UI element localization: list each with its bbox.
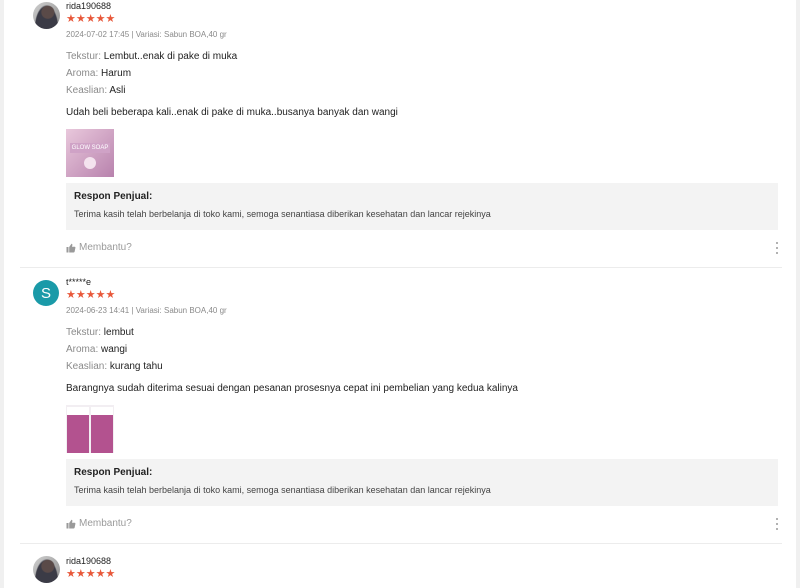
- seller-response-text: Terima kasih telah berbelanja di toko ka…: [74, 485, 491, 495]
- divider: [20, 267, 782, 268]
- divider: [20, 543, 782, 544]
- product-label: GLOW SOAP: [70, 143, 110, 153]
- rating-stars: ★★★★★: [66, 13, 116, 25]
- reviewer-name: rida190688: [66, 1, 112, 11]
- helpful-label: Membantu?: [79, 242, 132, 253]
- attr-aroma: Aroma: Harum: [66, 68, 131, 79]
- reviewer-name: rida190688: [66, 556, 112, 566]
- attr-key: Keaslian:: [66, 85, 108, 96]
- thumbs-up-icon: [66, 519, 76, 528]
- attr-value: kurang tahu: [109, 361, 163, 372]
- review-text: Udah beli beberapa kali..enak di pake di…: [66, 107, 398, 118]
- attr-aroma: Aroma: wangi: [66, 344, 127, 355]
- attr-value: Asli: [109, 85, 126, 96]
- avatar-photo: [33, 556, 60, 583]
- review-photo[interactable]: GLOW SOAP: [66, 129, 114, 177]
- product-box-top: [91, 407, 113, 415]
- avatar[interactable]: [33, 556, 60, 583]
- attr-value: Lembut..enak di pake di muka: [103, 51, 238, 62]
- avatar[interactable]: S: [33, 280, 59, 306]
- right-edge: [796, 0, 800, 588]
- attr-texture: Tekstur: Lembut..enak di pake di muka: [66, 51, 237, 62]
- attr-key: Keaslian:: [66, 361, 108, 372]
- product-box: [67, 413, 89, 453]
- helpful-button[interactable]: Membantu?: [66, 242, 132, 253]
- more-options-icon[interactable]: [774, 242, 780, 254]
- attr-texture: Tekstur: lembut: [66, 327, 134, 338]
- seller-response-title: Respon Penjual:: [74, 191, 153, 202]
- review-meta: 2024-06-23 14:41 | Variasi: Sabun BOA,40…: [66, 306, 227, 315]
- thumbs-up-icon: [66, 243, 76, 252]
- reviewer-name: t*****e: [66, 277, 92, 287]
- attr-authenticity: Keaslian: Asli: [66, 85, 126, 96]
- avatar[interactable]: [33, 2, 60, 29]
- attr-value: wangi: [101, 344, 128, 355]
- reviews-page: rida190688 ★★★★★ 2024-07-02 17:45 | Vari…: [0, 0, 800, 588]
- attr-key: Aroma:: [66, 68, 99, 79]
- product-box: [91, 413, 113, 453]
- attr-value: lembut: [103, 327, 134, 338]
- left-edge: [0, 0, 4, 588]
- seller-response: Respon Penjual: Terima kasih telah berbe…: [66, 459, 778, 506]
- seller-response: Respon Penjual: Terima kasih telah berbe…: [66, 183, 778, 230]
- attr-authenticity: Keaslian: kurang tahu: [66, 361, 163, 372]
- more-options-icon[interactable]: [774, 518, 780, 530]
- attr-key: Tekstur:: [66, 51, 102, 62]
- review-meta: 2024-07-02 17:45 | Variasi: Sabun BOA,40…: [66, 30, 227, 39]
- rating-stars: ★★★★★: [66, 568, 116, 580]
- product-box-top: [67, 407, 89, 415]
- helpful-label: Membantu?: [79, 518, 132, 529]
- rating-stars: ★★★★★: [66, 289, 116, 301]
- attr-key: Tekstur:: [66, 327, 102, 338]
- avatar-photo: [33, 2, 60, 29]
- review-photo[interactable]: [66, 405, 114, 453]
- review-text: Barangnya sudah diterima sesuai dengan p…: [66, 383, 518, 394]
- seller-response-text: Terima kasih telah berbelanja di toko ka…: [74, 209, 491, 219]
- helpful-button[interactable]: Membantu?: [66, 518, 132, 529]
- seller-response-title: Respon Penjual:: [74, 467, 153, 478]
- attr-value: Harum: [101, 68, 132, 79]
- flower-graphic: [84, 157, 96, 169]
- attr-key: Aroma:: [66, 344, 99, 355]
